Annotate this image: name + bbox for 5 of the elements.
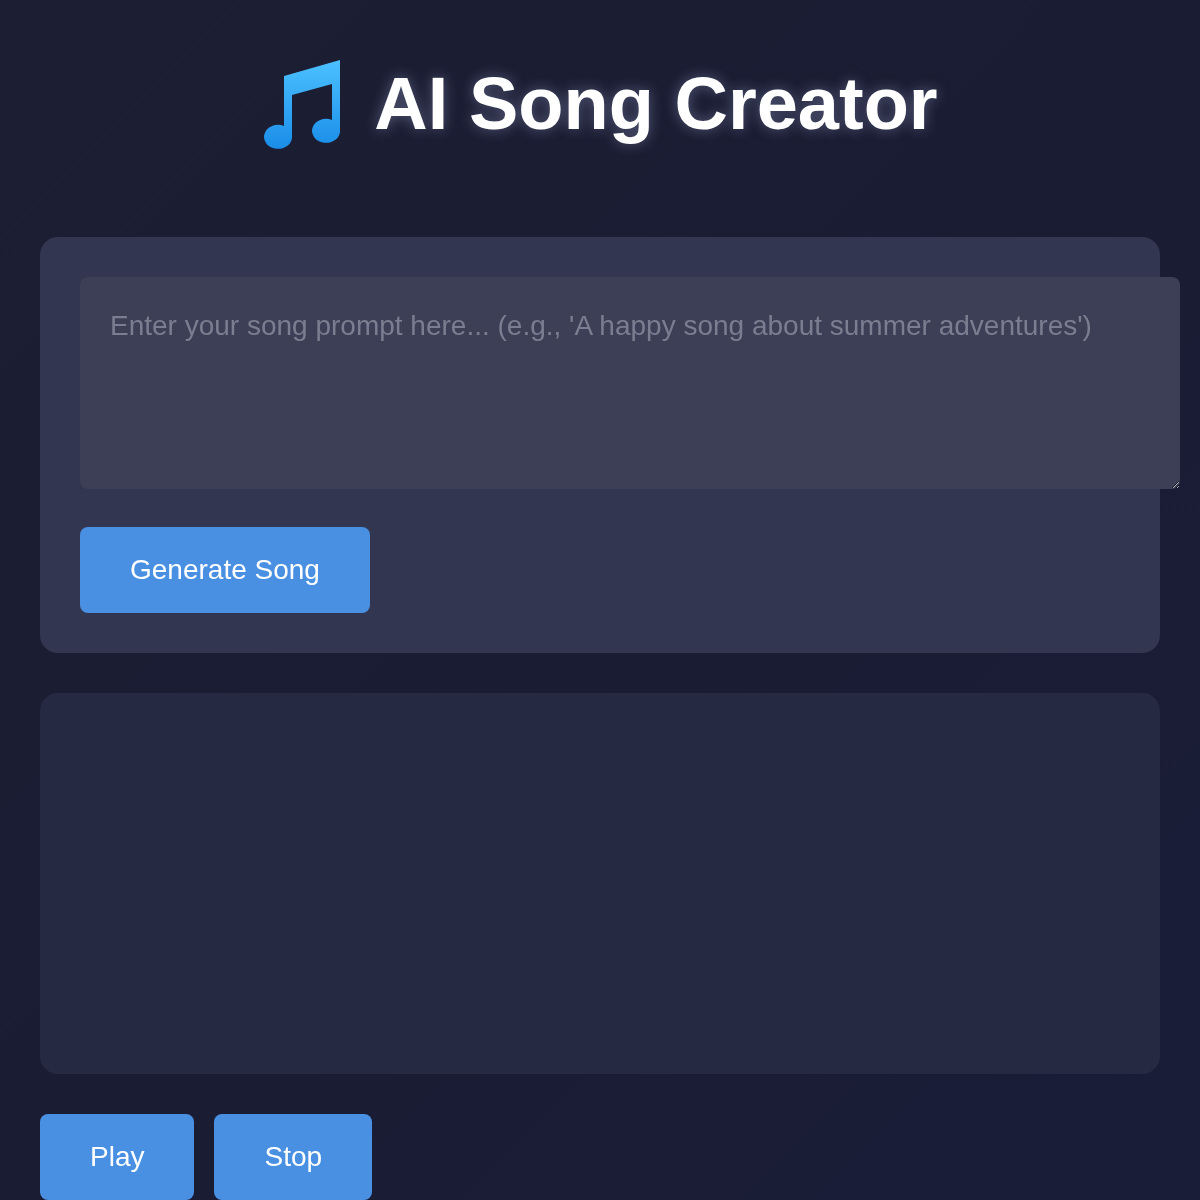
stop-button[interactable]: Stop <box>214 1114 373 1200</box>
app-title: AI Song Creator <box>374 61 938 147</box>
play-button[interactable]: Play <box>40 1114 195 1200</box>
generate-button[interactable]: Generate Song <box>80 527 370 614</box>
prompt-field[interactable]: Enter your song prompt here... (e.g., 'A happy song about summer adventures') <box>80 277 1180 490</box>
